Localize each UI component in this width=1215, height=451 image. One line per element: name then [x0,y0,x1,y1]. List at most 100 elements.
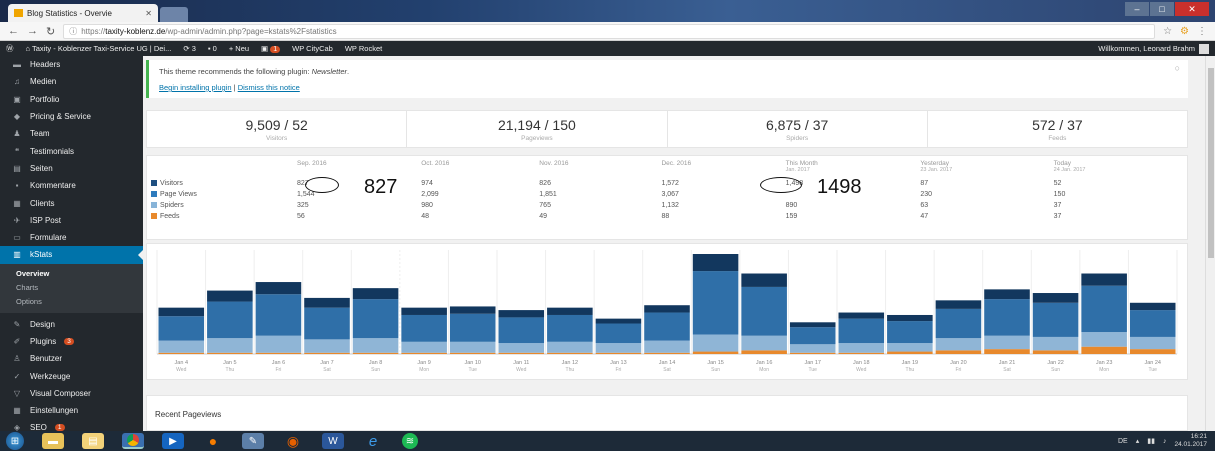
bar-segment-page-views[interactable] [401,314,447,342]
bar-segment-page-views[interactable] [595,323,642,344]
bar-segment-spiders[interactable] [838,343,885,353]
bar-segment-spiders[interactable] [1032,336,1079,351]
maximize-icon[interactable]: □ [1150,2,1174,16]
dismiss-notice-link[interactable]: Dismiss this notice [238,83,300,92]
minimize-icon[interactable]: – [1125,2,1149,16]
bar-segment-visitors[interactable] [741,273,787,287]
edge-icon[interactable]: e [362,433,384,450]
bar-segment-spiders[interactable] [352,338,399,353]
bar-segment-spiders[interactable] [644,340,690,353]
bar-segment-feeds[interactable] [352,352,399,354]
media-player-icon[interactable]: ▶ [162,433,184,449]
plugin-notifications-link[interactable]: ▣ 1 [261,44,281,53]
bar-segment-visitors[interactable] [1129,302,1176,311]
wordpress-logo-icon[interactable]: Ⓦ [6,43,14,54]
bar-segment-visitors[interactable] [304,297,350,308]
bar-segment-page-views[interactable] [1129,310,1176,337]
sidebar-item-team[interactable]: ♟ Team [0,125,143,142]
bar-segment-spiders[interactable] [1081,332,1127,347]
back-icon[interactable]: ← [8,25,19,37]
bar-segment-visitors[interactable] [547,307,593,315]
bar-segment-page-views[interactable] [741,286,787,336]
site-name-link[interactable]: ⌂ Taxity - Koblenzer Taxi-Service UG | D… [26,44,172,53]
bar-segment-spiders[interactable] [984,335,1030,350]
bar-segment-visitors[interactable] [1081,273,1127,286]
scrollbar-thumb[interactable] [1208,68,1214,258]
bar-segment-feeds[interactable] [158,352,205,354]
bar-segment-spiders[interactable] [741,335,787,351]
submenu-charts[interactable]: Charts [0,281,143,295]
files-icon[interactable]: ▤ [82,433,104,449]
sidebar-item-einstellungen[interactable]: ▦ Einstellungen [0,402,143,419]
paint-icon[interactable]: ✎ [242,433,264,449]
bar-segment-visitors[interactable] [789,322,836,328]
new-tab-button[interactable] [160,7,188,22]
sidebar-item-formulare[interactable]: ▭ Formulare [0,229,143,246]
browser-tab[interactable]: Blog Statistics - Overvie ✕ [8,4,158,22]
bar-segment-feeds[interactable] [1081,346,1127,354]
bar-segment-page-views[interactable] [935,308,982,339]
bar-segment-spiders[interactable] [789,344,836,353]
bar-segment-spiders[interactable] [692,334,739,352]
wp-citycab-link[interactable]: WP CityCab [292,44,333,53]
address-bar[interactable]: ⓘ https://taxity-koblenz.de/wp-admin/adm… [63,23,1156,39]
bar-segment-visitors[interactable] [498,310,545,318]
bar-segment-visitors[interactable] [352,288,399,300]
new-content-link[interactable]: + Neu [229,44,249,53]
start-button-icon[interactable]: ⊞ [6,432,24,450]
bar-segment-spiders[interactable] [449,341,496,353]
bar-segment-feeds[interactable] [498,352,545,354]
page-scrollbar[interactable] [1205,56,1215,431]
bar-segment-visitors[interactable] [935,300,982,309]
bar-segment-feeds[interactable] [789,352,836,354]
bar-segment-spiders[interactable] [887,343,933,352]
bar-segment-page-views[interactable] [304,307,350,340]
wp-rocket-link[interactable]: WP Rocket [345,44,382,53]
sidebar-item-portfolio[interactable]: ▣ Portfolio [0,91,143,108]
network-icon[interactable]: ▮▮ [1147,437,1155,445]
close-window-icon[interactable]: ✕ [1175,2,1209,16]
bar-segment-feeds[interactable] [741,350,787,354]
bar-segment-page-views[interactable] [789,327,836,345]
bar-segment-visitors[interactable] [984,289,1030,300]
comments-link[interactable]: ▪ 0 [208,44,217,53]
bar-segment-page-views[interactable] [352,299,399,339]
bar-segment-page-views[interactable] [838,318,885,344]
spotify-icon[interactable]: ≋ [402,433,418,449]
bar-segment-feeds[interactable] [401,352,447,354]
sidebar-item-clients[interactable]: ▦ Clients [0,194,143,211]
language-indicator[interactable]: DE [1118,438,1128,445]
chevron-up-icon[interactable]: ▴ [1136,437,1140,445]
bar-segment-feeds[interactable] [935,350,982,354]
bar-segment-spiders[interactable] [207,338,253,353]
sidebar-item-medien[interactable]: ♫ Medien [0,73,143,90]
app-icon[interactable]: ● [202,433,224,449]
sidebar-item-pricing-service[interactable]: ◆ Pricing & Service [0,108,143,125]
bar-segment-feeds[interactable] [692,351,739,354]
sidebar-item-kommentare[interactable]: ▪ Kommentare [0,177,143,194]
bar-segment-visitors[interactable] [255,282,302,295]
extension-icon[interactable]: ⚙ [1180,26,1189,37]
bar-segment-spiders[interactable] [595,343,642,353]
user-account-link[interactable]: Willkommen, Leonard Brahm [1098,43,1209,54]
sidebar-item-visual-composer[interactable]: ▽ Visual Composer [0,385,143,402]
sidebar-item-kstats[interactable]: ▥ kStats [0,246,143,264]
word-icon[interactable]: W [322,433,344,449]
close-tab-icon[interactable]: ✕ [145,9,152,18]
bar-segment-page-views[interactable] [207,301,253,339]
menu-icon[interactable]: ⋮ [1197,26,1207,37]
bar-segment-spiders[interactable] [401,341,447,353]
bookmark-star-icon[interactable]: ☆ [1163,26,1172,37]
sidebar-item-plugins[interactable]: ✐ Plugins 3 [0,333,143,350]
bar-segment-feeds[interactable] [1032,350,1079,354]
bar-segment-feeds[interactable] [207,352,253,354]
bar-segment-page-views[interactable] [644,312,690,341]
bar-segment-feeds[interactable] [644,352,690,354]
sidebar-item-headers[interactable]: ▬ Headers [0,56,143,73]
sidebar-item-werkzeuge[interactable]: ✓ Werkzeuge [0,367,143,384]
explorer-icon[interactable]: ▬ [42,433,64,449]
dismiss-icon[interactable]: ○ [1175,63,1180,73]
bar-segment-feeds[interactable] [449,352,496,354]
forward-icon[interactable]: → [27,25,38,37]
bar-segment-page-views[interactable] [984,299,1030,336]
